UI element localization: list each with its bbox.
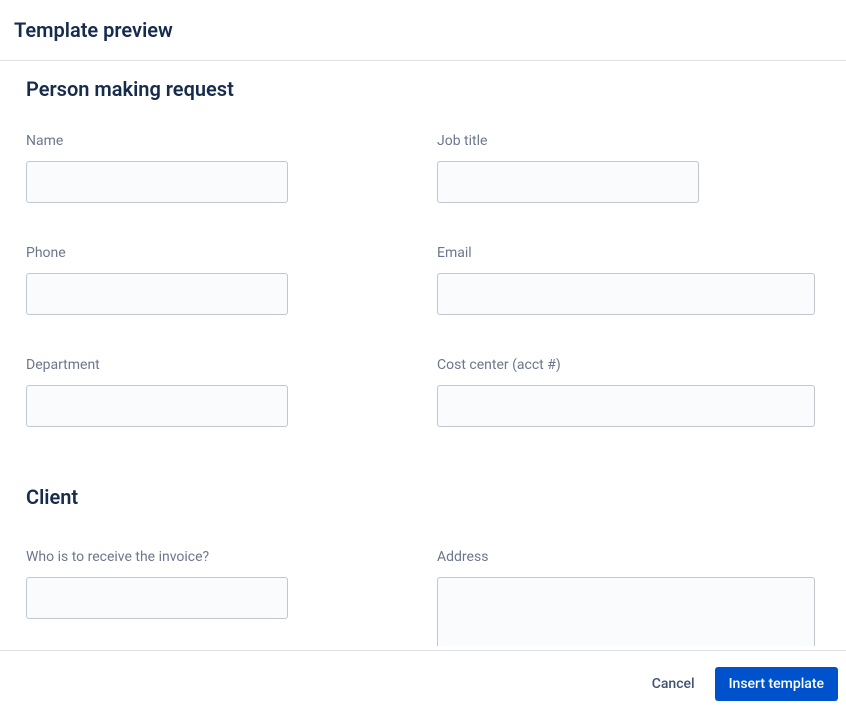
form-field-invoice-recipient: Who is to receive the invoice?: [26, 549, 437, 646]
insert-template-button[interactable]: Insert template: [715, 667, 838, 701]
input-name[interactable]: [26, 161, 288, 203]
input-email[interactable]: [437, 273, 815, 315]
label-job-title: Job title: [437, 133, 820, 149]
form-field-email: Email: [437, 245, 820, 315]
label-address: Address: [437, 549, 820, 565]
cancel-button[interactable]: Cancel: [640, 668, 707, 700]
input-phone[interactable]: [26, 273, 288, 315]
label-invoice-recipient: Who is to receive the invoice?: [26, 549, 437, 565]
input-job-title[interactable]: [437, 161, 699, 203]
form-row: Department Cost center (acct #): [26, 357, 820, 427]
input-invoice-recipient[interactable]: [26, 577, 288, 619]
textarea-address[interactable]: [437, 577, 815, 646]
section-title-client: Client: [26, 485, 820, 509]
input-department[interactable]: [26, 385, 288, 427]
form-field-phone: Phone: [26, 245, 437, 315]
dialog-title: Template preview: [14, 18, 832, 42]
label-cost-center: Cost center (acct #): [437, 357, 820, 373]
label-phone: Phone: [26, 245, 437, 261]
label-name: Name: [26, 133, 437, 149]
form-field-job-title: Job title: [437, 133, 820, 203]
form-row: Who is to receive the invoice? Address: [26, 549, 820, 646]
form-row: Phone Email: [26, 245, 820, 315]
form-field-department: Department: [26, 357, 437, 427]
form-field-name: Name: [26, 133, 437, 203]
dialog-footer: Cancel Insert template: [0, 650, 846, 717]
form-field-address: Address: [437, 549, 820, 646]
label-email: Email: [437, 245, 820, 261]
form-row: Name Job title: [26, 133, 820, 203]
label-department: Department: [26, 357, 437, 373]
dialog-header: Template preview: [0, 0, 846, 61]
form-field-cost-center: Cost center (acct #): [437, 357, 820, 427]
section-title-requester: Person making request: [26, 77, 820, 101]
dialog-content: Person making request Name Job title Pho…: [0, 61, 846, 646]
input-cost-center[interactable]: [437, 385, 815, 427]
